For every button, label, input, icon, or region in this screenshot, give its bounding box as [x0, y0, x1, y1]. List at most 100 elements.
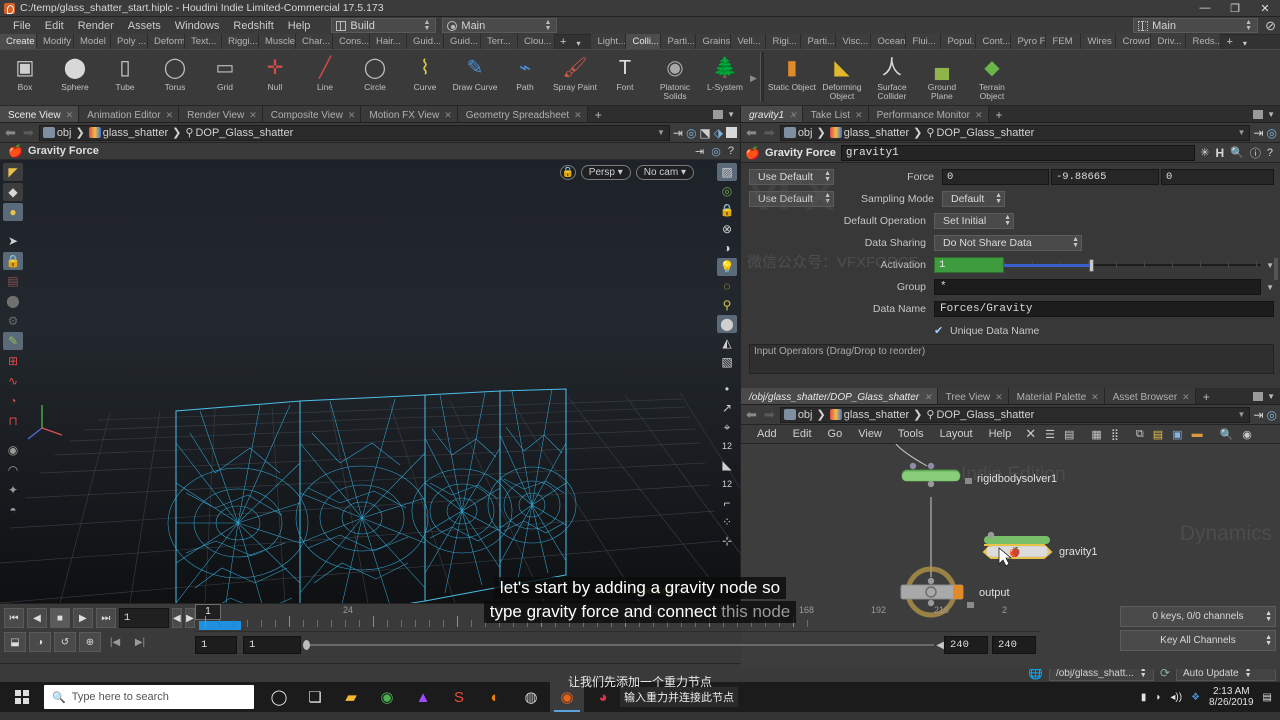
default-operation-spinner[interactable]: ▲ ▼: [998, 214, 1011, 227]
shelf-tab-light[interactable]: Light...: [591, 34, 627, 49]
close-button[interactable]: ✕: [1250, 0, 1280, 17]
menu-edit[interactable]: Edit: [38, 17, 71, 35]
image-icon[interactable]: ▣: [1172, 428, 1182, 441]
tab-close-icon[interactable]: ✕: [789, 110, 797, 121]
battery-icon[interactable]: ▮: [1141, 692, 1147, 703]
activation-slider[interactable]: [1004, 258, 1262, 272]
shelf-tool-path[interactable]: ⌁ Path: [500, 52, 550, 101]
keys-channels-spinner[interactable]: ▲ ▼: [1265, 610, 1272, 623]
viewport-lock-icon[interactable]: 🔒: [717, 201, 737, 219]
shelf-tab-wires[interactable]: Wires: [1081, 34, 1117, 49]
shelf-tab-crowds[interactable]: Crowds: [1116, 34, 1152, 49]
force-y-input[interactable]: -9.88665: [1051, 169, 1159, 185]
network-tab-material-palette[interactable]: Material Palette ✕: [1008, 388, 1105, 404]
shelf-tool-line[interactable]: ╱ Line: [300, 52, 350, 101]
input-operators-list[interactable]: Input Operators (Drag/Drop to reorder): [749, 344, 1274, 374]
layout-spinner[interactable]: ▲ ▼: [541, 19, 554, 32]
tab-close-icon[interactable]: ✕: [975, 110, 983, 121]
param-target-icon[interactable]: ◎: [1267, 126, 1277, 140]
right-desktop-selector[interactable]: Main ▲ ▼: [1133, 18, 1259, 33]
network-add-tab[interactable]: +: [1196, 388, 1217, 404]
view-tool-icon[interactable]: ▤: [3, 272, 23, 290]
key-all-channels-field[interactable]: Key All Channels ▲ ▼: [1119, 630, 1276, 651]
shelf-tool-sphere[interactable]: ⬤ Sphere: [50, 52, 100, 101]
network-menu-add[interactable]: Add: [749, 428, 785, 440]
layout-selector[interactable]: Main ▲ ▼: [442, 18, 558, 33]
crumb-glass-shatter[interactable]: glass_shatter: [103, 127, 170, 139]
measure-icon[interactable]: ◠: [3, 461, 23, 479]
network-menu-go[interactable]: Go: [820, 428, 851, 440]
shelf-tab-create[interactable]: Create: [0, 34, 37, 49]
shelf-tool-draw-curve[interactable]: ✎ Draw Curve: [450, 52, 500, 101]
volume-icon[interactable]: ◂)): [1170, 692, 1182, 703]
play-button[interactable]: ▶: [72, 608, 93, 628]
menu-help[interactable]: Help: [281, 17, 318, 35]
select-tool-yellow-icon[interactable]: ◤: [3, 163, 23, 181]
force-x-input[interactable]: 0: [942, 169, 1049, 185]
net-path-forward-icon[interactable]: ➡: [762, 407, 777, 423]
shelf-tab-oceans[interactable]: Oceans: [871, 34, 907, 49]
tab-close-icon[interactable]: ✕: [66, 110, 74, 121]
network-pane-menu-icon[interactable]: ▼: [1267, 392, 1275, 401]
network-menu-help[interactable]: Help: [981, 428, 1020, 440]
scene-tab-render-view[interactable]: Render View ✕: [179, 106, 263, 122]
sampling-use-default-menu[interactable]: Use Default ▲ ▼: [749, 191, 834, 207]
magnet-point-icon[interactable]: ◔: [3, 392, 23, 410]
param-crumb-obj[interactable]: obj: [798, 127, 815, 139]
material-ball-icon[interactable]: ⬤: [717, 315, 737, 333]
param-pin-icon[interactable]: ⇥: [1253, 126, 1263, 140]
jump-start-button[interactable]: ⏮: [4, 608, 24, 628]
network-maximize-icon[interactable]: [1253, 391, 1264, 401]
shelf-tool-grid[interactable]: ▭ Grid: [200, 52, 250, 101]
shelf-tab-text[interactable]: Text...: [185, 34, 222, 49]
wrench-icon[interactable]: ✕: [1025, 426, 1036, 442]
data-name-input[interactable]: Forces/Gravity: [934, 301, 1274, 317]
right-desktop-spinner[interactable]: ▲ ▼: [1242, 19, 1255, 32]
desktop-spinner[interactable]: ▲ ▼: [420, 19, 433, 32]
display-options-icon[interactable]: ⬔: [699, 126, 710, 140]
tab-close-icon[interactable]: ✕: [924, 392, 932, 403]
scene-tab-geometry-spreadsheet[interactable]: Geometry Spreadsheet ✕: [457, 106, 588, 122]
param-crumb-dop[interactable]: DOP_Glass_shatter: [936, 127, 1036, 139]
timeline-ruler-area[interactable]: 1 24 48 72 168 192 216 2 1 1 ◀ 240 240: [195, 604, 1040, 663]
default-operation-menu[interactable]: Set Initial ▲ ▼: [934, 213, 1014, 229]
help-icon[interactable]: ?: [1267, 147, 1273, 159]
magnet-curve-icon[interactable]: ∿: [3, 372, 23, 390]
shelf-more-right[interactable]: ▾: [1238, 38, 1252, 49]
shelf-tool-deforming-object[interactable]: ◣ Deforming Object: [817, 52, 867, 101]
net-crumb-dop[interactable]: DOP_Glass_shatter: [936, 409, 1036, 421]
box-icon[interactable]: ▬: [1192, 428, 1203, 440]
light-spot-icon[interactable]: ⚲: [717, 296, 737, 314]
crumb-dop-glass-shatter[interactable]: DOP_Glass_shatter: [195, 127, 295, 139]
data-sharing-menu[interactable]: Do Not Share Data ▲ ▼: [934, 235, 1082, 251]
net-pin-icon[interactable]: ⇥: [1253, 408, 1263, 422]
network-menu-layout[interactable]: Layout: [932, 428, 981, 440]
viewport-view-chip[interactable]: Persp ▾: [580, 165, 631, 180]
shelf-tool-null[interactable]: ✛ Null: [250, 52, 300, 101]
activation-dropdown-icon[interactable]: ▼: [1261, 261, 1274, 270]
tab-close-icon[interactable]: ✕: [249, 110, 257, 121]
viewport-camera-chip[interactable]: No cam ▾: [635, 165, 694, 180]
scene-tab-scene-view[interactable]: Scene View ✕: [0, 106, 80, 122]
list-icon[interactable]: ☰: [1045, 428, 1055, 441]
parameter-pane-menu-icon[interactable]: ▼: [1267, 110, 1275, 119]
shelf-tab-clou[interactable]: Clou...: [518, 34, 555, 49]
parameter-resize-handle[interactable]: [1274, 258, 1278, 280]
tab-close-icon[interactable]: ✕: [348, 110, 356, 121]
shelf-tab-guid[interactable]: Guid...: [444, 34, 481, 49]
houdini-h-icon[interactable]: H: [1216, 146, 1225, 160]
net-path-dropdown-icon[interactable]: ▼: [1238, 410, 1250, 419]
prev-key-button[interactable]: |◀: [104, 632, 126, 652]
point-number-icon[interactable]: 12: [717, 437, 737, 455]
tab-close-icon[interactable]: ✕: [1182, 392, 1190, 403]
shelf-tab-vell[interactable]: Vell...: [731, 34, 767, 49]
scene-add-tab[interactable]: +: [588, 106, 609, 122]
snap-button[interactable]: ⊕: [79, 632, 101, 652]
dropbox-icon[interactable]: ❖: [1191, 692, 1200, 703]
param-path-dropdown-icon[interactable]: ▼: [1238, 128, 1250, 137]
debris-icon[interactable]: ✦: [3, 481, 23, 499]
parameter-tab-gravity1[interactable]: gravity1 ✕: [741, 106, 803, 122]
search-icon[interactable]: 🔍: [1230, 146, 1244, 159]
net-crumb-glass-shatter[interactable]: glass_shatter: [844, 409, 911, 421]
force-menu-spinner[interactable]: ▲ ▼: [818, 170, 831, 183]
